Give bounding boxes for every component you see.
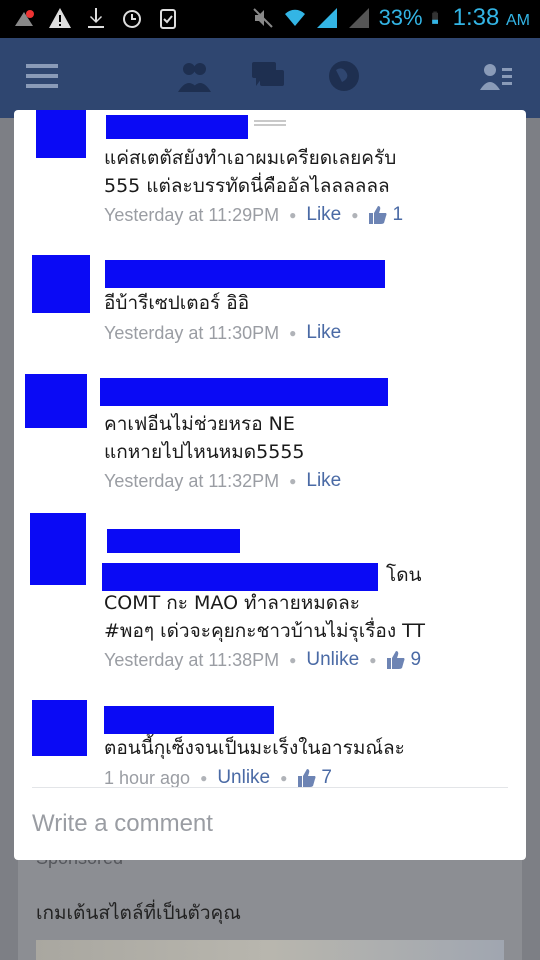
like-count[interactable]: 7 xyxy=(297,767,332,789)
comment-text: COMT กะ MAO ทำลายหมดละ xyxy=(104,592,360,614)
comments-modal: แค่สเตตัสยังทำเอาผมเครียดเลยครับ 555 แต่… xyxy=(14,110,526,860)
like-button[interactable]: Like xyxy=(306,204,341,226)
signal-icon xyxy=(348,8,369,28)
comment-meta: 1 hour ago ● Unlike ● 7 xyxy=(104,767,332,789)
comment-text: คาเฟอีนไม่ช่วยหรอ NE xyxy=(104,413,295,435)
separator-dot: ● xyxy=(289,208,297,222)
separator-dot: ● xyxy=(289,474,297,488)
menu-icon[interactable] xyxy=(24,58,60,94)
like-button[interactable]: Like xyxy=(306,322,341,344)
messages-icon[interactable] xyxy=(250,58,286,94)
like-count-value: 9 xyxy=(410,649,422,670)
thumbs-up-icon xyxy=(298,769,316,787)
comment-timestamp: Yesterday at 11:29PM xyxy=(104,204,280,225)
commenter-name-redacted[interactable] xyxy=(102,563,378,591)
avatar[interactable] xyxy=(30,513,86,585)
comment-meta: Yesterday at 11:38PM ● Unlike ● 9 xyxy=(104,649,421,671)
wifi-icon xyxy=(284,9,305,26)
profile-list-icon[interactable] xyxy=(478,58,514,94)
commenter-name-redacted[interactable] xyxy=(104,706,274,734)
like-button[interactable]: Like xyxy=(306,470,341,492)
separator-dot: ● xyxy=(280,771,288,785)
clock: 1:38 AM xyxy=(453,4,530,32)
comment-timestamp: 1 hour ago xyxy=(104,767,191,788)
commenter-name-redacted[interactable] xyxy=(107,529,240,553)
comment-meta: Yesterday at 11:30PM ● Like xyxy=(104,322,341,344)
comment-text: 555 แต่ละบรรทัดนี่คืออัลไลลลลลล xyxy=(104,175,390,197)
comment-text: โดน xyxy=(386,564,422,586)
separator-dot: ● xyxy=(289,326,297,340)
comment-input[interactable]: Write a comment xyxy=(32,810,213,838)
sponsored-post-image xyxy=(36,940,504,960)
comment-timestamp: Yesterday at 11:32PM xyxy=(104,470,280,491)
signal-icon xyxy=(316,8,337,28)
app-notification-icon xyxy=(15,10,34,26)
alarm-icon xyxy=(123,10,141,28)
comment-meta: Yesterday at 11:29PM ● Like ● 1 xyxy=(104,204,403,226)
avatar[interactable] xyxy=(32,700,87,756)
composer-divider xyxy=(32,787,508,788)
mute-icon xyxy=(252,8,273,28)
comment-text: #พอๆ เด่วจะคุยกะชาวบ้านไม่รุเรื่อง TT xyxy=(104,620,426,642)
status-bar: 33% 1:38 AM xyxy=(0,0,540,38)
separator-dot: ● xyxy=(351,208,359,222)
download-icon xyxy=(88,8,104,28)
comment-text: ตอนนี้กุเซ็งจนเป็นมะเร็งในอารมณ์ละ xyxy=(104,737,405,759)
globe-icon[interactable] xyxy=(326,58,362,94)
friends-icon[interactable] xyxy=(176,58,212,94)
sponsored-post-text: เกมเต้นสไตล์ที่เป็นตัวคุณ xyxy=(36,902,241,924)
separator-dot: ● xyxy=(200,771,208,785)
avatar[interactable] xyxy=(32,255,90,313)
clock-time: 1:38 xyxy=(452,4,500,31)
comment-timestamp: Yesterday at 11:38PM xyxy=(104,649,280,670)
avatar[interactable] xyxy=(25,374,87,428)
unlike-button[interactable]: Unlike xyxy=(217,767,270,789)
commenter-name-redacted[interactable] xyxy=(106,115,248,139)
avatar[interactable] xyxy=(36,110,86,158)
separator-dot: ● xyxy=(289,653,297,667)
comment-text: แค่สเตตัสยังทำเอาผมเครียดเลยครับ xyxy=(104,147,397,169)
comment-meta: Yesterday at 11:32PM ● Like xyxy=(104,470,341,492)
thumbs-up-icon xyxy=(387,651,405,669)
clock-ampm: AM xyxy=(506,12,530,29)
thumbs-up-icon xyxy=(369,206,387,224)
like-count[interactable]: 9 xyxy=(386,649,421,671)
battery-icon xyxy=(431,11,438,24)
separator-dot: ● xyxy=(369,653,377,667)
like-count-value: 7 xyxy=(321,767,332,788)
like-count[interactable]: 1 xyxy=(368,204,403,226)
unlike-button[interactable]: Unlike xyxy=(306,649,359,671)
commenter-name-redacted[interactable] xyxy=(100,378,388,406)
comment-timestamp: Yesterday at 11:30PM xyxy=(104,322,280,343)
comment-list[interactable]: แค่สเตตัสยังทำเอาผมเครียดเลยครับ 555 แต่… xyxy=(14,110,526,790)
like-count-value: 1 xyxy=(392,204,404,225)
warning-icon xyxy=(49,8,71,28)
comment-text: อีบ้ารีเซปเตอร์ อิอิ xyxy=(104,292,250,314)
commenter-name-redacted[interactable] xyxy=(105,260,385,288)
facebook-navbar xyxy=(0,38,540,118)
battery-percent: 33% xyxy=(378,5,423,30)
comment-text: แกหายไปไหนหมด5555 xyxy=(104,441,305,463)
clipboard-check-icon xyxy=(160,9,176,29)
